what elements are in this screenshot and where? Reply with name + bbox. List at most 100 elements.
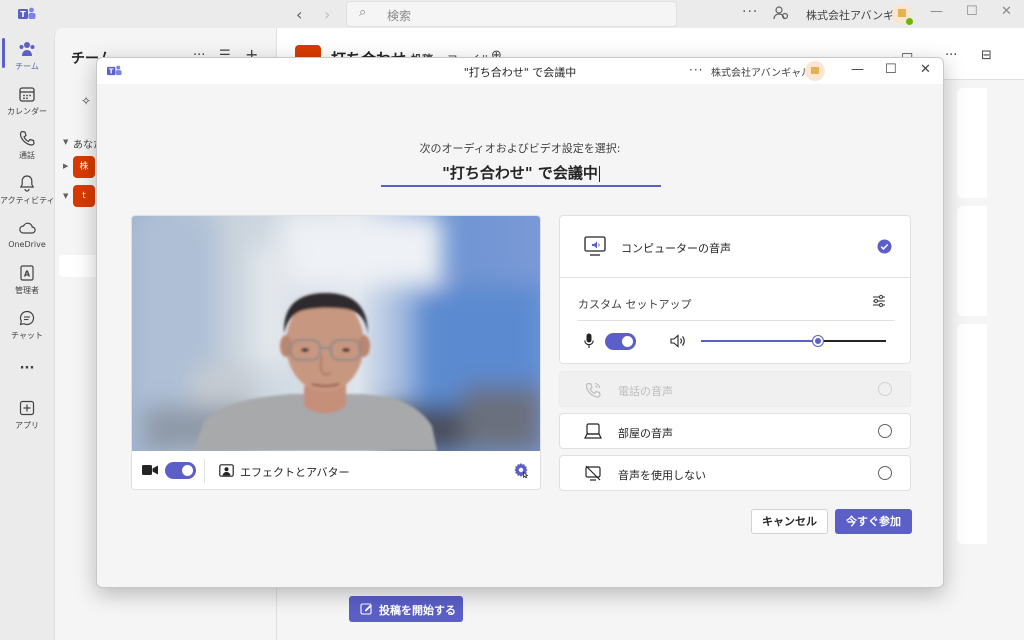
admin-icon: A xyxy=(20,265,34,281)
rail-label: チャット xyxy=(11,331,43,340)
rail-label: カレンダー xyxy=(7,107,47,116)
no-audio-label: 音声を使用しない xyxy=(618,469,706,482)
microphone-icon xyxy=(584,333,594,348)
avatar[interactable] xyxy=(805,61,825,81)
camera-icon xyxy=(142,465,158,475)
sparkle-icon[interactable]: ✧ xyxy=(81,94,91,108)
close-icon[interactable]: ✕ xyxy=(920,62,931,77)
computer-audio-label: コンピューターの音声 xyxy=(621,242,731,255)
cloud-icon xyxy=(19,222,36,234)
svg-text:A: A xyxy=(24,270,31,279)
rail-label: アクティビティ xyxy=(0,196,55,205)
chevron-right-icon[interactable]: ▶ xyxy=(63,162,68,170)
maximize-icon[interactable]: ☐ xyxy=(885,62,897,77)
team-avatar[interactable]: t xyxy=(73,185,95,207)
phone-audio-option: 電話の音声 xyxy=(559,371,911,407)
divider xyxy=(204,459,205,483)
post-card xyxy=(957,324,987,544)
avatar[interactable] xyxy=(892,4,914,26)
search-icon: ⌕ xyxy=(359,5,367,20)
maximize-icon[interactable]: ☐ xyxy=(966,4,978,19)
audio-off-icon xyxy=(585,465,601,481)
phone-audio-label: 電話の音声 xyxy=(618,385,673,398)
divider xyxy=(578,320,894,321)
bell-icon xyxy=(19,175,35,192)
rail-item-apps[interactable]: アプリ xyxy=(0,399,54,431)
rail-item-activity[interactable]: アクティビティ xyxy=(0,174,55,206)
chevron-down-icon[interactable]: ▼ xyxy=(63,192,68,200)
rail-item-admin[interactable]: A 管理者 xyxy=(0,264,54,296)
text-caret xyxy=(598,165,600,182)
org-name[interactable]: 株式会社アバンギ... xyxy=(806,7,905,23)
radio-button[interactable] xyxy=(878,466,892,480)
phone-audio-icon xyxy=(585,382,601,398)
meeting-name-text: "打ち合わせ" で会議中 xyxy=(442,164,598,182)
rail-item-teams[interactable]: チーム xyxy=(0,40,54,72)
choose-settings-label: 次のオーディオおよびビデオ設定を選択: xyxy=(419,142,621,155)
rail-item-calls[interactable]: 通話 xyxy=(0,129,54,161)
svg-text:T: T xyxy=(20,10,26,19)
minimize-icon[interactable]: — xyxy=(851,62,864,77)
speaker-volume-slider[interactable] xyxy=(701,336,886,346)
apps-icon xyxy=(19,400,35,416)
chat-icon xyxy=(19,310,35,326)
back-arrow-icon[interactable]: ‹ xyxy=(296,5,302,24)
close-icon[interactable]: ✕ xyxy=(1001,4,1012,19)
computer-speaker-icon xyxy=(584,236,606,256)
prejoin-dialog: T "打ち合わせ" で会議中 ··· 株式会社アバンギャルド — ☐ ✕ 次のオ… xyxy=(96,57,944,588)
computer-audio-option[interactable]: コンピューターの音声 カスタム セットアップ xyxy=(559,215,911,364)
presence-available-icon xyxy=(905,17,914,26)
checkmark-selected-icon xyxy=(877,239,892,254)
slider-thumb[interactable] xyxy=(812,336,823,346)
slider-fill xyxy=(701,340,818,342)
gear-icon[interactable] xyxy=(513,462,529,478)
minimize-icon[interactable]: — xyxy=(930,4,943,19)
computer-audio-header[interactable]: コンピューターの音声 xyxy=(560,216,910,278)
rail-label: アプリ xyxy=(15,421,39,430)
app-rail: チーム カレンダー 通話 アクティビティ OneDrive A 管理者 チャット… xyxy=(0,28,55,640)
effects-and-avatars-button[interactable]: エフェクトとアバター xyxy=(240,464,350,480)
people-icon[interactable] xyxy=(773,5,789,21)
camera-toggle[interactable] xyxy=(165,462,196,479)
title-bar: T ‹ › ⌕ 検索 ··· 株式会社アバンギ... — ☐ ✕ xyxy=(0,0,1024,28)
rail-item-onedrive[interactable]: OneDrive xyxy=(0,219,54,249)
radio-button xyxy=(878,382,892,396)
more-options-icon[interactable]: ··· xyxy=(742,4,758,20)
radio-button[interactable] xyxy=(878,424,892,438)
forward-arrow-icon[interactable]: › xyxy=(324,5,330,24)
start-post-label: 投稿を開始する xyxy=(379,604,456,617)
toggle-knob xyxy=(622,336,633,347)
room-audio-option[interactable]: 部屋の音声 xyxy=(559,413,911,449)
calendar-icon xyxy=(19,87,35,102)
room-audio-label: 部屋の音声 xyxy=(618,427,673,440)
effects-icon[interactable] xyxy=(219,464,234,477)
meeting-name-input[interactable]: "打ち合わせ" で会議中 xyxy=(381,161,661,187)
rail-item-chat[interactable]: チャット xyxy=(0,309,54,341)
post-card xyxy=(957,88,987,198)
compose-icon xyxy=(360,603,372,615)
settings-sliders-icon[interactable] xyxy=(872,294,886,308)
rail-label: 管理者 xyxy=(15,286,39,295)
chevron-down-icon[interactable]: ▼ xyxy=(63,138,68,146)
more-options-icon[interactable]: ··· xyxy=(945,48,957,63)
rail-label: OneDrive xyxy=(8,240,46,249)
rail-item-more[interactable]: ··· xyxy=(0,358,54,376)
no-audio-option[interactable]: 音声を使用しない xyxy=(559,455,911,491)
search-input[interactable]: ⌕ 検索 xyxy=(346,1,677,27)
rail-item-calendar[interactable]: カレンダー xyxy=(0,85,54,117)
cancel-button[interactable]: キャンセル xyxy=(751,509,828,534)
teams-logo-icon: T xyxy=(18,7,36,19)
video-controls: エフェクトとアバター xyxy=(132,451,540,489)
custom-setup-label: カスタム セットアップ xyxy=(578,298,692,311)
video-preview-card: エフェクトとアバター xyxy=(131,215,541,490)
team-avatar[interactable]: 株 xyxy=(73,156,95,178)
microphone-toggle[interactable] xyxy=(605,333,636,350)
more-apps-icon: ··· xyxy=(19,361,35,376)
more-options-icon[interactable]: ··· xyxy=(689,63,703,77)
join-now-button[interactable]: 今すぐ参加 xyxy=(835,509,912,534)
side-panel-icon[interactable]: ⊟ xyxy=(981,48,992,63)
camera-preview xyxy=(132,216,540,451)
room-audio-icon xyxy=(584,423,602,439)
start-post-button[interactable]: 投稿を開始する xyxy=(349,596,463,622)
rail-label: 通話 xyxy=(19,151,35,160)
